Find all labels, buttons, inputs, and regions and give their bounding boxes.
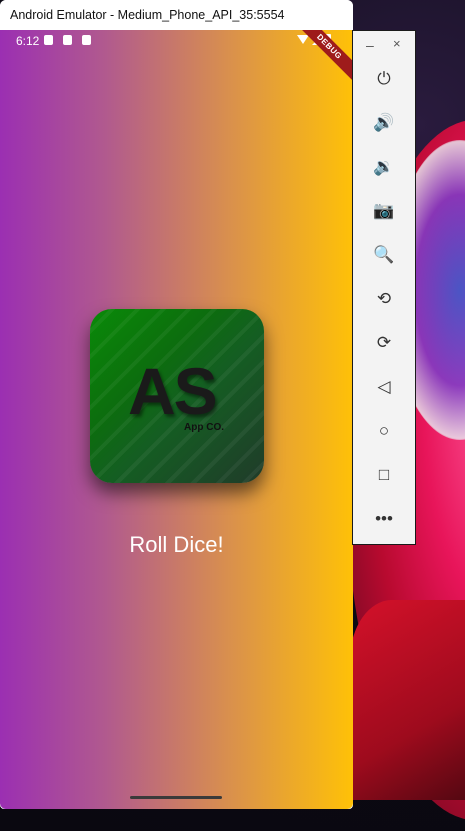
notification-icon <box>82 35 91 45</box>
rotate-right-icon: ⟳ <box>376 333 392 352</box>
rotate-right-button[interactable]: ⟳ <box>372 331 396 355</box>
roll-dice-button[interactable]: Roll Dice! <box>0 532 353 558</box>
zoom-button[interactable]: 🔍 <box>372 243 396 267</box>
more-icon: ••• <box>375 509 393 528</box>
emulator-toolbar: – × ⏻ 🔊 🔉 📷 🔍 ⟲ ⟳ ◁ ○ □ ••• <box>352 30 416 545</box>
rotate-left-icon: ⟲ <box>376 289 392 308</box>
window-title: Android Emulator - Medium_Phone_API_35:5… <box>10 8 285 22</box>
close-button[interactable]: × <box>393 36 401 51</box>
back-icon: ◁ <box>377 377 391 396</box>
screenshot-button[interactable]: 📷 <box>372 199 396 223</box>
zoom-icon: 🔍 <box>373 245 395 264</box>
gesture-nav-handle[interactable] <box>130 796 222 799</box>
volume-down-button[interactable]: 🔉 <box>372 155 396 179</box>
logo-sub-text: App CO. <box>184 422 224 433</box>
emulator-window: Android Emulator - Medium_Phone_API_35:5… <box>0 0 353 809</box>
power-icon: ⏻ <box>377 69 391 88</box>
minimize-button[interactable]: – <box>366 37 374 53</box>
volume-up-button[interactable]: 🔊 <box>372 111 396 135</box>
phone-screen[interactable]: 6:12 DEBUG AS App CO. Roll Dice! <box>0 30 353 809</box>
back-button[interactable]: ◁ <box>372 375 396 399</box>
shield-icon <box>44 35 53 45</box>
wallpaper-shape <box>350 600 465 800</box>
overview-button[interactable]: □ <box>372 463 396 487</box>
more-button[interactable]: ••• <box>372 507 396 531</box>
status-time: 6:12 <box>16 34 40 48</box>
app-logo: AS App CO. <box>90 309 264 483</box>
wifi-icon <box>297 35 309 44</box>
volume-up-icon: 🔊 <box>373 113 395 132</box>
power-button[interactable]: ⏻ <box>372 67 396 91</box>
volume-down-icon: 🔉 <box>373 157 395 176</box>
rotate-left-button[interactable]: ⟲ <box>372 287 396 311</box>
home-button[interactable]: ○ <box>372 419 396 443</box>
logo-main-text: AS <box>128 354 218 428</box>
overview-icon: □ <box>378 465 390 484</box>
status-bar: 6:12 <box>0 30 353 52</box>
sim-icon <box>63 35 72 45</box>
home-icon: ○ <box>378 421 390 440</box>
window-titlebar[interactable]: Android Emulator - Medium_Phone_API_35:5… <box>0 0 353 30</box>
camera-icon: 📷 <box>373 201 395 220</box>
